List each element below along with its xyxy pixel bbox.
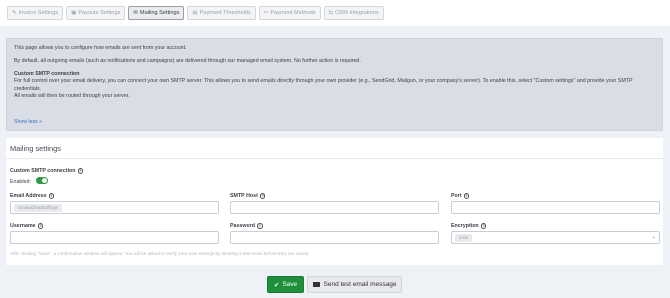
save-label: Save	[282, 281, 298, 288]
info-smtp-routing: All emails will then be routed through y…	[14, 93, 130, 100]
send-test-label: Send test email message	[323, 281, 397, 288]
panel-title: Mailing settings	[10, 144, 61, 153]
wrench-icon: ✎	[12, 10, 17, 16]
password-label: Password?	[230, 223, 263, 229]
enabled-label: Enabled:	[10, 179, 31, 185]
encryption-value: none	[455, 234, 473, 242]
help-icon[interactable]: ?	[48, 193, 55, 199]
info-default: By default, all outgoing emails (such as…	[14, 57, 361, 64]
tab-mailing-settings[interactable]: ✉ Mailing Settings	[128, 6, 185, 20]
tab-label: CRM Integrations	[335, 10, 379, 16]
arrows-icon: ⇆	[328, 10, 334, 16]
bank-icon: ▣	[71, 10, 77, 16]
username-label-text: Username	[10, 223, 36, 230]
password-field[interactable]	[230, 231, 439, 244]
help-icon[interactable]: ?	[480, 223, 487, 229]
smtp-connection-label: Custom SMTP connection?	[10, 168, 84, 175]
tab-payment-methods[interactable]: ✏ Payment Methods	[258, 6, 321, 20]
help-icon[interactable]: ?	[37, 223, 44, 229]
port-field[interactable]	[451, 201, 660, 214]
help-icon[interactable]: ?	[259, 193, 266, 199]
username-label: Username?	[10, 223, 44, 230]
encryption-label: Encryption?	[451, 223, 487, 230]
show-less-link[interactable]: Show less »	[14, 119, 42, 126]
pencil-icon: ✏	[263, 10, 269, 16]
email-label: Email Address?	[10, 193, 55, 200]
envelope-icon: ✉	[133, 10, 138, 16]
smtp-enabled-toggle[interactable]	[36, 177, 48, 184]
info-smtp-heading: Custom SMTP connection	[14, 70, 80, 77]
email-label-text: Email Address	[10, 193, 47, 200]
tab-invoice-settings[interactable]: ✎ Invoice Settings	[7, 6, 64, 20]
port-label: Port?	[451, 193, 470, 200]
check-icon: ✔	[273, 281, 280, 289]
port-label-text: Port	[451, 193, 462, 200]
info-smtp-text: For full control over your email deliver…	[14, 78, 633, 92]
smtp-host-label-text: SMTP Host	[230, 193, 258, 200]
email-value: mindiq@leadscliff.sys	[14, 204, 63, 212]
help-icon[interactable]: ?	[257, 223, 263, 229]
help-icon[interactable]: ?	[463, 193, 470, 199]
tab-label: Payment Methods	[270, 10, 316, 16]
email-field[interactable]: mindiq@leadscliff.sys	[10, 201, 219, 214]
info-box: This page allows you to configure how em…	[6, 38, 663, 131]
help-icon[interactable]: ?	[77, 168, 84, 174]
encryption-label-text: Encryption	[451, 223, 479, 230]
tab-label: Payment Thresholds	[199, 10, 251, 16]
smtp-host-label: SMTP Host?	[230, 193, 266, 200]
divider	[6, 158, 663, 159]
tab-label: Mailing Settings	[139, 10, 180, 16]
info-intro: This page allows you to configure how em…	[14, 45, 187, 51]
save-note: After clicking "Save", a confirmation wi…	[10, 251, 310, 256]
settings-tabs: ✎ Invoice Settings ▣ Payouts Settings ✉ Mai…	[7, 6, 384, 20]
tabs-bar: ✎ Invoice Settings ▣ Payouts Settings ✉ Mai…	[0, 0, 670, 26]
tab-label: Invoice Settings	[18, 10, 59, 16]
send-test-email-button[interactable]: Send test email message	[307, 276, 402, 293]
tab-crm-integrations[interactable]: ⇆ CRM Integrations	[323, 6, 384, 20]
tab-payment-thresholds[interactable]: ▤ Payment Thresholds	[187, 6, 256, 20]
smtp-connection-text: Custom SMTP connection	[10, 168, 76, 175]
tab-label: Payouts Settings	[78, 10, 121, 16]
smtp-host-field[interactable]	[230, 201, 439, 214]
toggle-knob	[42, 178, 47, 183]
envelope-icon	[312, 282, 320, 287]
tab-payouts-settings[interactable]: ▣ Payouts Settings	[66, 6, 126, 20]
encryption-select[interactable]: none ⌄	[451, 231, 660, 244]
chevron-down-icon: ⌄	[651, 234, 656, 240]
username-field[interactable]	[10, 231, 219, 244]
password-label-text: Password	[230, 223, 256, 230]
save-button[interactable]: ✔ Save	[267, 276, 304, 293]
mailing-settings-panel: Mailing settings Custom SMTP connection?…	[6, 138, 663, 265]
money-icon: ▤	[192, 10, 198, 16]
